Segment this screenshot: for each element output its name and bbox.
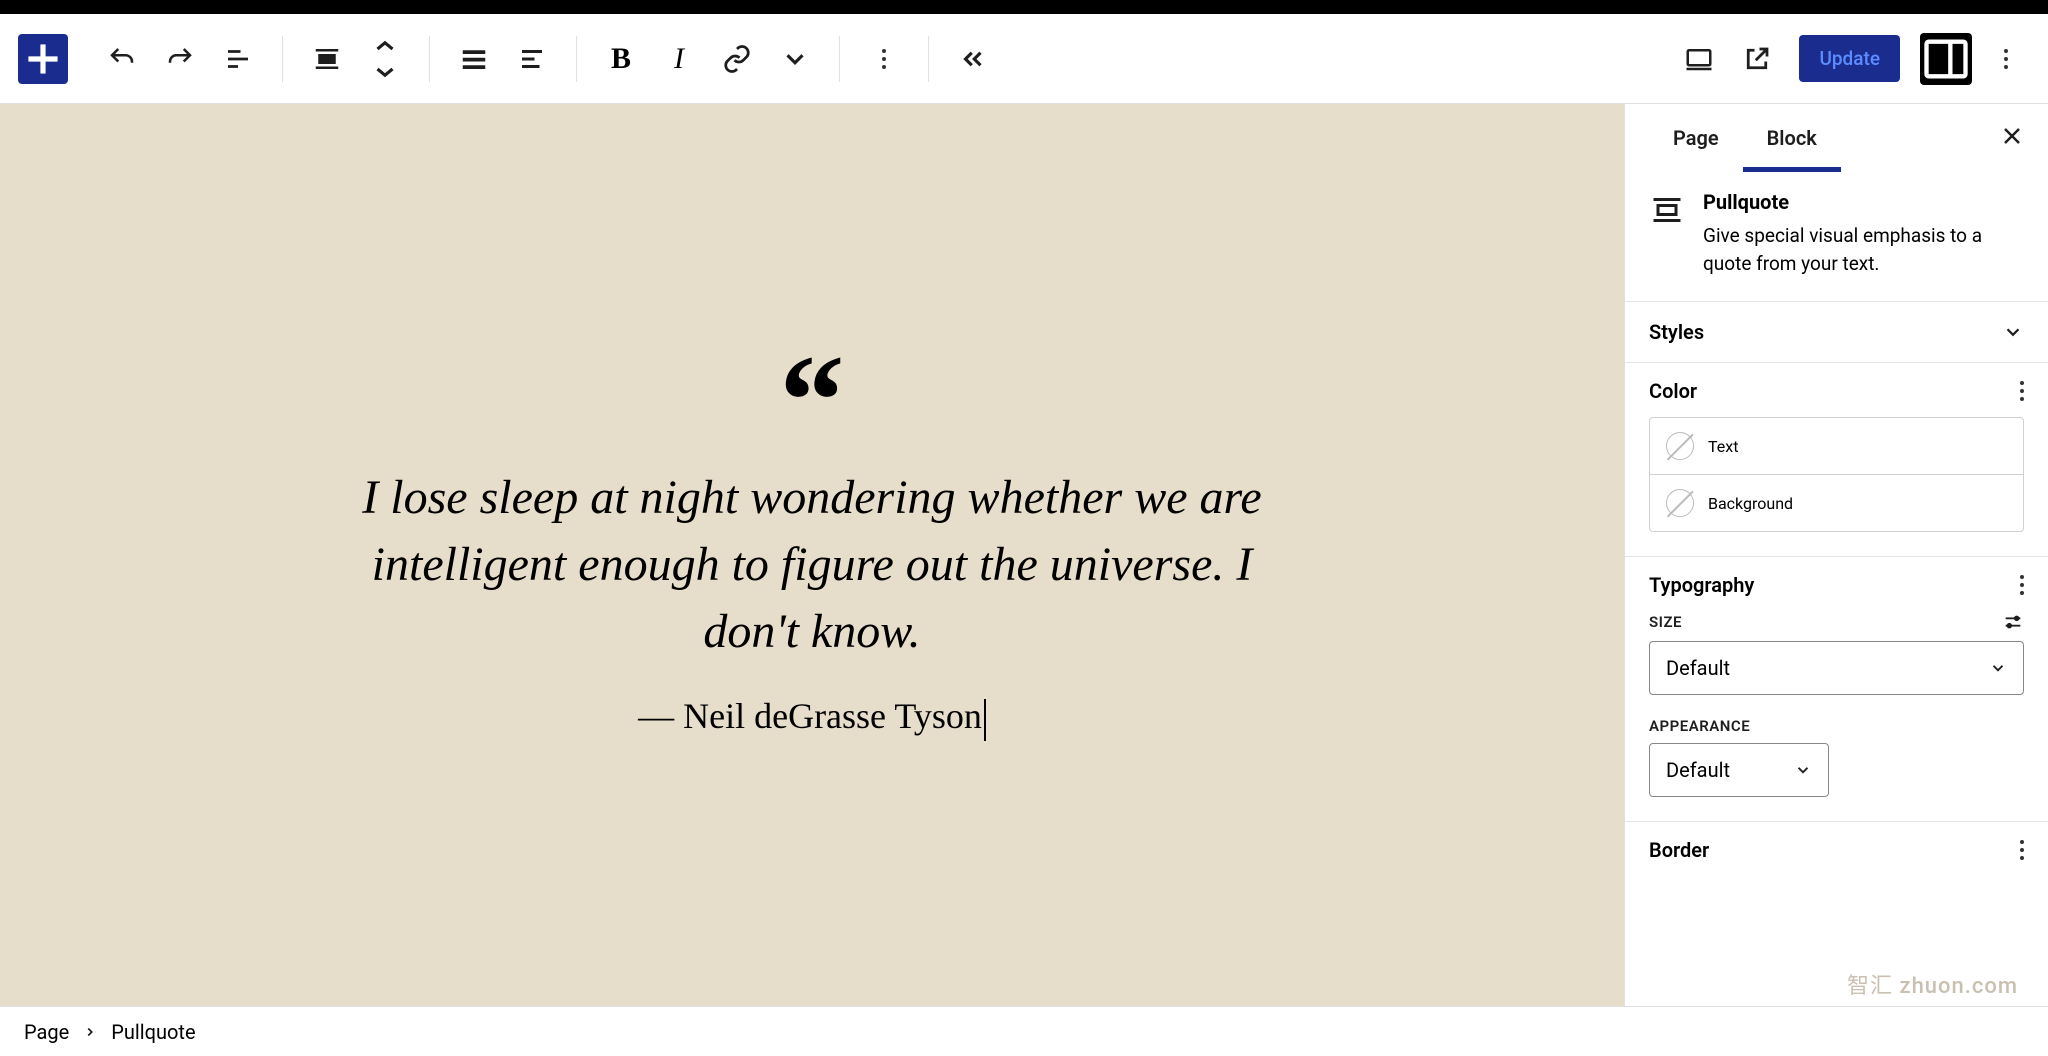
add-block-button[interactable] xyxy=(18,34,68,84)
border-section: Border xyxy=(1625,822,2048,886)
block-description: Give special visual emphasis to a quote … xyxy=(1703,222,2024,277)
color-options-button[interactable] xyxy=(2020,381,2024,401)
quote-text[interactable]: I lose sleep at night wondering whether … xyxy=(332,464,1292,666)
typography-section: Typography SIZE Default APPEARANCE Defau… xyxy=(1625,557,2048,822)
chevron-down-icon xyxy=(1989,659,2007,677)
block-name: Pullquote xyxy=(1703,190,2024,214)
typography-section-title: Typography xyxy=(1649,573,1754,597)
align-left-button[interactable] xyxy=(508,35,556,83)
appearance-label: APPEARANCE xyxy=(1649,717,1750,735)
block-info: Pullquote Give special visual emphasis t… xyxy=(1625,172,2048,302)
text-color-button[interactable]: Text xyxy=(1650,418,2023,474)
quote-citation[interactable]: Neil deGrasse Tyson xyxy=(638,695,986,741)
italic-button[interactable]: I xyxy=(655,35,703,83)
block-align-button[interactable] xyxy=(303,35,351,83)
view-button[interactable] xyxy=(1675,35,1723,83)
top-toolbar: B I Update xyxy=(0,14,2048,104)
more-options-button[interactable] xyxy=(1982,35,2030,83)
appearance-select[interactable]: Default xyxy=(1649,743,1829,797)
sidebar-tabs: Page Block xyxy=(1625,104,2048,172)
editor-canvas[interactable]: “ I lose sleep at night wondering whethe… xyxy=(0,104,1624,1006)
redo-button[interactable] xyxy=(156,35,204,83)
chevron-right-icon xyxy=(83,1025,97,1039)
tab-block[interactable]: Block xyxy=(1743,104,1841,172)
color-section-title: Color xyxy=(1649,379,1697,403)
close-sidebar-button[interactable] xyxy=(2000,124,2024,152)
size-label: SIZE xyxy=(1649,613,1682,631)
collapse-toolbar-button[interactable] xyxy=(949,35,997,83)
preview-button[interactable] xyxy=(1733,35,1781,83)
chevron-down-icon xyxy=(1794,761,1812,779)
styles-panel-toggle[interactable]: Styles xyxy=(1625,302,2048,363)
tab-page[interactable]: Page xyxy=(1649,104,1743,172)
typography-options-button[interactable] xyxy=(2020,575,2024,595)
color-section: Color Text Background xyxy=(1625,363,2048,557)
chevron-down-icon xyxy=(2002,321,2024,343)
separator xyxy=(839,36,840,82)
update-button[interactable]: Update xyxy=(1799,35,1900,82)
border-section-title: Border xyxy=(1649,838,1709,862)
separator xyxy=(928,36,929,82)
settings-sidebar: Page Block Pullquote Give special visual… xyxy=(1624,104,2048,1006)
bold-button[interactable]: B xyxy=(597,35,645,83)
settings-sidebar-toggle[interactable] xyxy=(1920,33,1972,85)
block-options-button[interactable] xyxy=(860,35,908,83)
separator xyxy=(429,36,430,82)
separator xyxy=(282,36,283,82)
empty-swatch-icon xyxy=(1666,489,1694,517)
border-options-button[interactable] xyxy=(2020,840,2024,860)
link-button[interactable] xyxy=(713,35,761,83)
undo-button[interactable] xyxy=(98,35,146,83)
text-caret xyxy=(984,699,986,741)
sliders-icon[interactable] xyxy=(2002,611,2024,633)
align-full-button[interactable] xyxy=(450,35,498,83)
quote-mark-icon: “ xyxy=(332,369,1292,434)
separator xyxy=(576,36,577,82)
kebab-icon xyxy=(882,49,886,69)
background-color-button[interactable]: Background xyxy=(1650,474,2023,531)
pullquote-icon xyxy=(1649,192,1685,228)
breadcrumb-current[interactable]: Pullquote xyxy=(111,1020,195,1044)
document-overview-button[interactable] xyxy=(214,35,262,83)
kebab-icon xyxy=(2004,49,2008,69)
empty-swatch-icon xyxy=(1666,432,1694,460)
window-chrome xyxy=(0,0,2048,14)
breadcrumb-root[interactable]: Page xyxy=(24,1020,69,1044)
font-size-select[interactable]: Default xyxy=(1649,641,2024,695)
move-up-down-button[interactable] xyxy=(361,35,409,83)
more-richtext-button[interactable] xyxy=(771,35,819,83)
pullquote-block[interactable]: “ I lose sleep at night wondering whethe… xyxy=(312,349,1312,761)
breadcrumb: Page Pullquote xyxy=(0,1006,2048,1056)
watermark: 智汇 zhuon.com xyxy=(1847,968,2018,1000)
